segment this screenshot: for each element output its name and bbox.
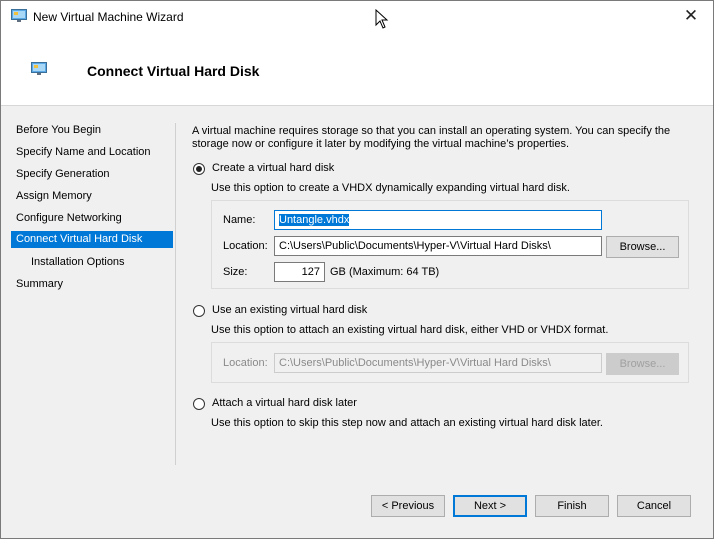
existing-browse-button[interactable]: Browse... bbox=[606, 353, 679, 375]
name-input[interactable]: Untangle.vhdx bbox=[274, 210, 602, 230]
size-input[interactable]: 127 bbox=[274, 262, 325, 282]
wizard-window: New Virtual Machine Wizard ✕ Connect Vir… bbox=[0, 0, 714, 539]
title-bar[interactable]: New Virtual Machine Wizard ✕ bbox=[1, 1, 713, 33]
nav-item-before-you-begin[interactable]: Before You Begin bbox=[11, 122, 173, 139]
create-vhd-help: Use this option to create a VHDX dynamic… bbox=[211, 182, 570, 194]
existing-vhd-radio[interactable] bbox=[193, 305, 205, 317]
browse-button[interactable]: Browse... bbox=[606, 236, 679, 258]
previous-button[interactable]: < Previous bbox=[371, 495, 445, 517]
page-header: Connect Virtual Hard Disk bbox=[1, 33, 713, 106]
existing-location-input[interactable]: C:\Users\Public\Documents\Hyper-V\Virtua… bbox=[274, 353, 602, 373]
size-label: Size: bbox=[223, 266, 248, 278]
next-button[interactable]: Next > bbox=[453, 495, 527, 517]
close-button[interactable]: ✕ bbox=[679, 5, 703, 29]
window-title: New Virtual Machine Wizard bbox=[33, 10, 184, 24]
create-vhd-label[interactable]: Create a virtual hard disk bbox=[212, 162, 334, 174]
finish-button[interactable]: Finish bbox=[535, 495, 609, 517]
nav-item-connect-virtual-hard-disk[interactable]: Connect Virtual Hard Disk bbox=[11, 231, 173, 248]
nav-item-specify-generation[interactable]: Specify Generation bbox=[11, 166, 173, 183]
nav-item-summary[interactable]: Summary bbox=[11, 276, 173, 293]
vm-monitor-icon bbox=[31, 62, 47, 75]
attach-later-radio[interactable] bbox=[193, 398, 205, 410]
nav-item-specify-name-location[interactable]: Specify Name and Location bbox=[11, 144, 173, 161]
mouse-cursor-icon bbox=[375, 9, 389, 29]
close-icon: ✕ bbox=[683, 6, 699, 25]
attach-later-help: Use this option to skip this step now an… bbox=[211, 417, 603, 429]
attach-later-label[interactable]: Attach a virtual hard disk later bbox=[212, 397, 357, 409]
nav-item-assign-memory[interactable]: Assign Memory bbox=[11, 188, 173, 205]
location-input[interactable]: C:\Users\Public\Documents\Hyper-V\Virtua… bbox=[274, 236, 602, 256]
existing-vhd-help: Use this option to attach an existing vi… bbox=[211, 324, 609, 336]
create-vhd-radio[interactable] bbox=[193, 163, 205, 175]
vm-monitor-icon bbox=[11, 9, 27, 22]
name-label: Name: bbox=[223, 214, 256, 226]
sidebar-divider bbox=[175, 123, 176, 465]
existing-vhd-label[interactable]: Use an existing virtual hard disk bbox=[212, 304, 367, 316]
page-description: A virtual machine requires storage so th… bbox=[192, 125, 671, 150]
size-unit-label: GB (Maximum: 64 TB) bbox=[330, 266, 440, 278]
location-label: Location: bbox=[223, 240, 268, 252]
name-input-value: Untangle.vhdx bbox=[279, 214, 350, 226]
nav-item-installation-options[interactable]: Installation Options bbox=[11, 254, 173, 271]
cancel-button[interactable]: Cancel bbox=[617, 495, 691, 517]
existing-location-label: Location: bbox=[223, 357, 268, 369]
nav-item-configure-networking[interactable]: Configure Networking bbox=[11, 210, 173, 227]
page-title: Connect Virtual Hard Disk bbox=[87, 63, 260, 79]
